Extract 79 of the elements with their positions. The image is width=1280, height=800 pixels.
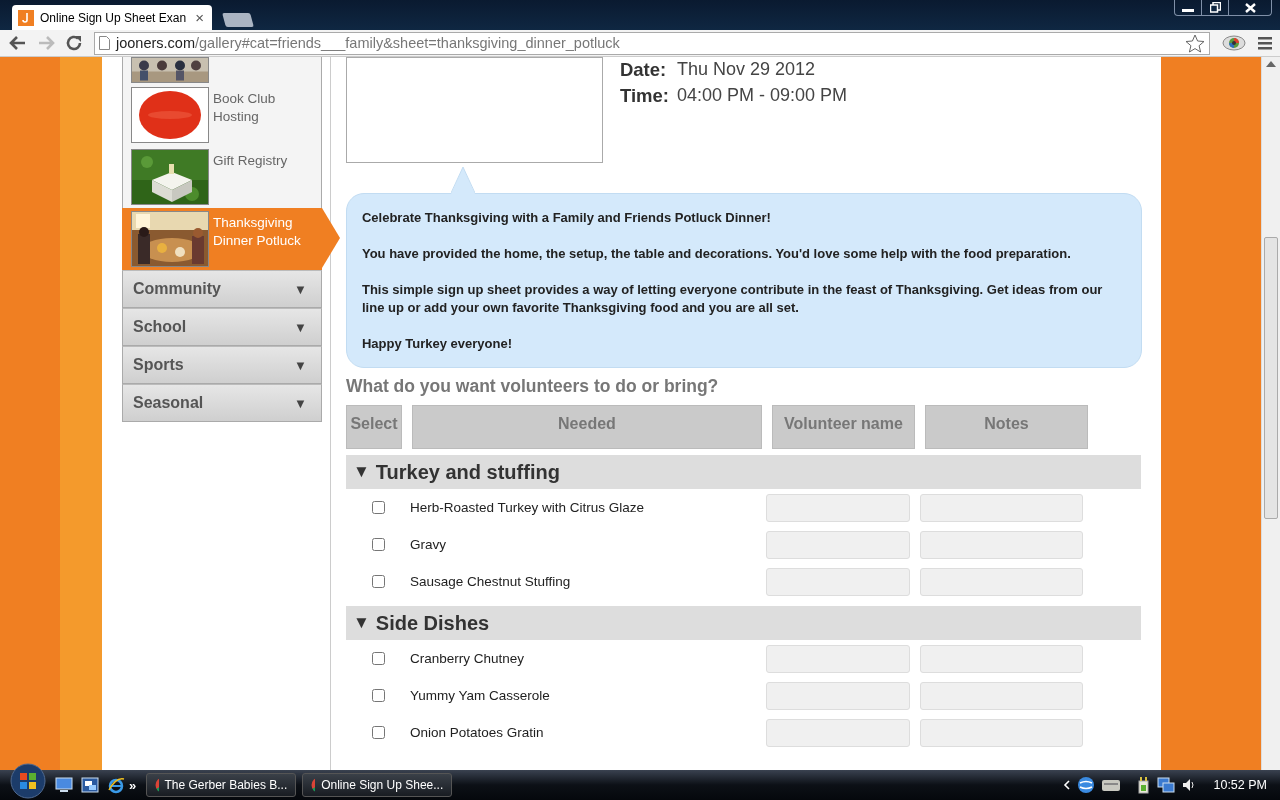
time-value: 04:00 PM - 09:00 PM — [677, 85, 848, 107]
select-checkbox[interactable] — [371, 689, 385, 702]
select-checkbox[interactable] — [371, 575, 385, 588]
toggle-icon[interactable]: ▼ — [294, 395, 307, 411]
new-tab-button[interactable] — [222, 13, 254, 27]
network-icon[interactable] — [1157, 776, 1176, 794]
date-value: Thu Nov 29 2012 — [677, 59, 817, 81]
address-bar[interactable]: jooners.com/gallery#cat=friends___family&sheet=thanksgiving_dinner_potluck — [94, 31, 1210, 55]
start-button[interactable] — [9, 762, 47, 800]
page-icon — [99, 36, 110, 50]
url-text: jooners.com/gallery#cat=friends___family&sheet=thanksgiving_dinner_potluck — [116, 35, 621, 51]
category-header[interactable]: Sports ▼ — [121, 346, 322, 384]
chevron-icon[interactable] — [1063, 779, 1072, 791]
category-bar[interactable]: ▼ Side Dishes — [345, 606, 1141, 640]
item-name: Cranberry Chutney — [409, 651, 526, 666]
category-header[interactable]: Seasonal ▼ — [121, 384, 322, 422]
notes-field[interactable] — [919, 493, 1083, 522]
taskbar-button[interactable]: The Gerber Babies B... — [146, 773, 297, 797]
category-label: Seasonal — [132, 394, 204, 412]
toggle-icon[interactable]: ▼ — [352, 462, 370, 482]
more-icon[interactable]: » — [129, 777, 137, 793]
notes-field[interactable] — [919, 530, 1083, 559]
star-icon[interactable] — [1185, 33, 1205, 53]
power-icon[interactable] — [1135, 776, 1152, 794]
description-paragraph: Celebrate Thanksgiving with a Family and Friends Potluck Dinner! — [361, 209, 772, 227]
browser-tab[interactable]: Online Sign Up Sheet Exan × — [12, 5, 212, 30]
notes-field[interactable] — [919, 567, 1083, 596]
globe-icon[interactable] — [1077, 776, 1096, 794]
volunteer-name-field[interactable] — [765, 567, 910, 596]
item-name: Sausage Chestnut Stuffing — [409, 574, 572, 589]
windows-icon[interactable] — [81, 777, 99, 793]
volunteer-name-field[interactable] — [765, 718, 910, 747]
description-paragraph: You have provided the home, the setup, the table and decorations. You'd love some help with the food preparation. — [361, 245, 1072, 263]
toggle-icon[interactable]: ▼ — [294, 319, 307, 335]
toggle-icon[interactable]: ▼ — [352, 613, 370, 633]
description-paragraph: This simple sign up sheet provides a way of letting everyone contribute in the feast of Thanksgiving. Get ideas from our line up or add your own favorite Thanksgiving food and you are all set. — [361, 281, 1104, 317]
toggle-icon[interactable]: ▼ — [294, 357, 307, 373]
browser-icon[interactable] — [107, 776, 125, 794]
date-label: Date: — [619, 59, 668, 81]
eye-icon[interactable] — [1222, 35, 1246, 51]
clock: 10:52 PM — [1213, 778, 1267, 792]
category-title: Turkey and stuffing — [375, 460, 560, 484]
item-name: Herb-Roasted Turkey with Citrus Glaze — [409, 500, 646, 515]
sidebar-item-label: Book Club Hosting — [212, 90, 277, 126]
menu-icon[interactable] — [1258, 36, 1274, 50]
section-heading: What do you want volunteers to do or bring? — [345, 376, 720, 397]
select-checkbox[interactable] — [371, 726, 385, 739]
volunteer-name-field[interactable] — [765, 681, 910, 710]
sidebar-item-label: Gift Registry — [212, 152, 289, 170]
time-label: Time: — [619, 85, 669, 107]
taskbar-button[interactable]: Online Sign Up Shee... — [302, 773, 453, 797]
close-icon[interactable]: × — [195, 9, 204, 26]
volunteer-name-field[interactable] — [765, 493, 910, 522]
volunteer-name-field[interactable] — [765, 530, 910, 559]
volunteer-name-field[interactable] — [765, 644, 910, 673]
sidebar-item[interactable]: Book Club Hosting — [122, 84, 321, 146]
select-checkbox[interactable] — [371, 652, 385, 665]
notes-field[interactable] — [919, 681, 1083, 710]
item-name: Gravy — [409, 537, 447, 552]
item-name: Onion Potatoes Gratin — [409, 725, 545, 740]
notes-field[interactable] — [919, 718, 1083, 747]
category-label: School — [132, 318, 187, 336]
desktop-icon[interactable] — [55, 777, 73, 793]
scrollbar[interactable] — [1261, 57, 1280, 770]
description-paragraph: Happy Turkey everyone! — [361, 335, 513, 353]
sidebar-item[interactable]: Gift Registry — [122, 146, 321, 208]
category-label: Community — [132, 280, 221, 298]
category-title: Side Dishes — [375, 611, 490, 635]
category-header[interactable]: Community ▼ — [121, 270, 322, 308]
category-bar[interactable]: ▼ Turkey and stuffing — [345, 455, 1141, 489]
drive-icon[interactable] — [1101, 777, 1122, 793]
category-label: Sports — [132, 356, 184, 374]
toggle-icon[interactable]: ▼ — [294, 281, 307, 297]
category-header[interactable]: School ▼ — [121, 308, 322, 346]
select-checkbox[interactable] — [371, 538, 385, 551]
notes-field[interactable] — [919, 644, 1083, 673]
select-checkbox[interactable] — [371, 501, 385, 514]
item-name: Yummy Yam Casserole — [409, 688, 551, 703]
sidebar-item-label: Thanksgiving Dinner Potluck — [212, 214, 302, 250]
